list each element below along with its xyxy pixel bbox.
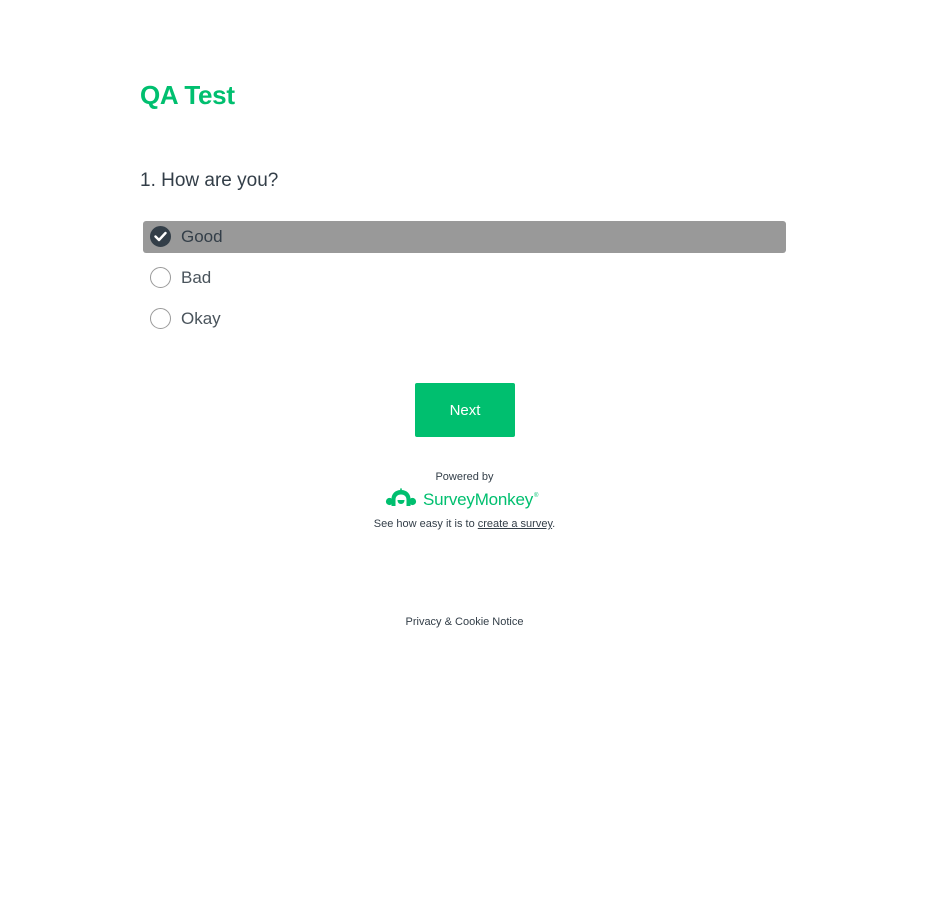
- powered-by-text: Powered by: [435, 471, 494, 483]
- surveymonkey-brand[interactable]: SurveyMonkey ®: [385, 487, 538, 513]
- answer-options: Good Bad Okay: [143, 221, 786, 344]
- privacy-cookie-link[interactable]: Privacy & Cookie Notice: [406, 616, 524, 628]
- see-how-suffix: .: [552, 518, 556, 530]
- option-label: Okay: [181, 309, 221, 328]
- next-button[interactable]: Next: [415, 383, 515, 437]
- brand-name: SurveyMonkey: [423, 490, 534, 509]
- option-bad[interactable]: Bad: [143, 262, 786, 294]
- radio-unchecked-icon[interactable]: [150, 267, 171, 288]
- option-good[interactable]: Good: [143, 221, 786, 253]
- surveymonkey-logo-icon: [385, 487, 417, 514]
- question-title: 1. How are you?: [140, 170, 279, 191]
- trademark-icon: ®: [534, 493, 539, 499]
- create-survey-link[interactable]: create a survey: [478, 518, 552, 530]
- option-label: Bad: [181, 268, 212, 287]
- see-how-text: See how easy it is to: [373, 518, 478, 530]
- option-label: Good: [181, 227, 223, 246]
- survey-page: QA Test 1. How are you? Good Bad Okay Ne…: [0, 0, 929, 897]
- radio-unchecked-icon[interactable]: [150, 308, 171, 329]
- privacy-footer: Privacy & Cookie Notice: [0, 616, 929, 628]
- radio-checked-icon[interactable]: [150, 226, 171, 247]
- survey-title: QA Test: [140, 80, 235, 110]
- create-survey-line: See how easy it is to create a survey.: [0, 518, 929, 530]
- option-okay[interactable]: Okay: [143, 303, 786, 335]
